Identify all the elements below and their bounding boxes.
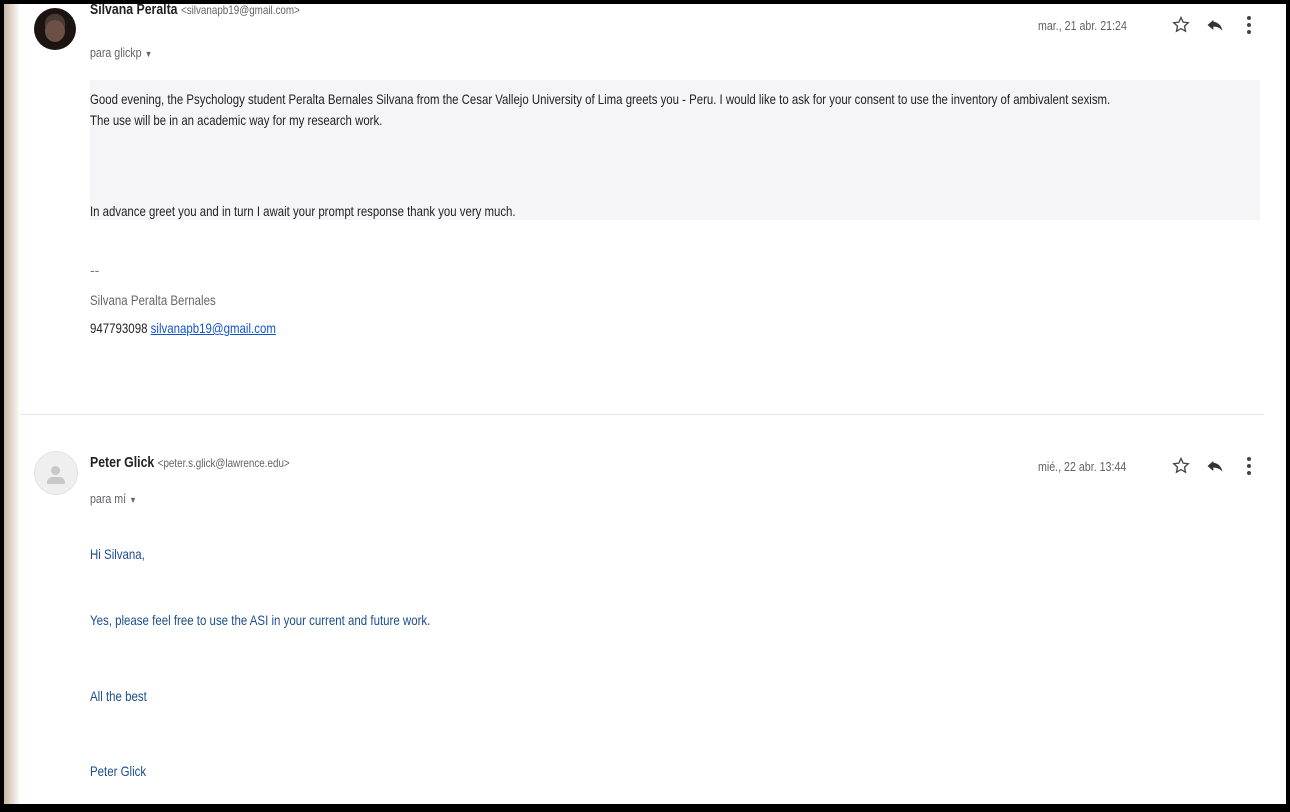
signature-phone: 947793098 (90, 320, 148, 336)
chevron-down-icon[interactable]: ▼ (129, 495, 136, 505)
chevron-down-icon[interactable]: ▼ (145, 49, 152, 59)
signature-dashes: -- (90, 262, 100, 278)
person-icon (51, 466, 60, 475)
sender-avatar-photo[interactable] (34, 8, 76, 50)
reply-icon[interactable] (1198, 453, 1232, 479)
reply-line: All the best (90, 688, 147, 704)
message-divider (20, 414, 1264, 415)
reply-line: Hi Silvana, (90, 546, 145, 562)
body-line: Good evening, the Psychology student Per… (90, 91, 1111, 107)
sender-name[interactable]: Silvana Peralta (90, 4, 178, 18)
message1-closing: In advance greet you and in turn I await… (90, 203, 516, 219)
message2-sender: Peter Glick <peter.s.glick@lawrence.edu> (90, 454, 334, 471)
more-vert-icon[interactable] (1232, 12, 1266, 38)
email-thread: Silvana Peralta <silvanapb19@gmail.com> … (4, 4, 1286, 804)
more-vert-icon[interactable] (1232, 453, 1266, 479)
sender-avatar-default[interactable] (34, 451, 78, 495)
left-edge-strip (4, 4, 20, 804)
recipient-label: para mí (90, 491, 127, 506)
reply-line: Yes, please feel free to use the ASI in … (90, 612, 431, 628)
star-icon[interactable] (1164, 453, 1198, 479)
star-icon[interactable] (1164, 12, 1198, 38)
signature-contact: 947793098 silvanapb19@gmail.com (90, 318, 317, 339)
sender-name[interactable]: Peter Glick (90, 454, 154, 471)
message1-sender: Silvana Peralta <silvanapb19@gmail.com> (90, 4, 346, 18)
message2-recipients[interactable]: para mí ▼ (90, 491, 147, 506)
message-date: mar., 21 abr. 21:24 (1037, 17, 1127, 33)
body-line: The use will be in an academic way for m… (90, 112, 383, 128)
message2-meta: mié., 22 abr. 13:44 (1038, 453, 1266, 479)
signature-name: Silvana Peralta Bernales (90, 292, 216, 308)
signature-email-link[interactable]: silvanapb19@gmail.com (151, 320, 276, 336)
message-date: mié., 22 abr. 13:44 (1038, 458, 1127, 474)
message1-meta: mar., 21 abr. 21:24 (1038, 12, 1266, 38)
message1-recipients[interactable]: para glickp ▼ (90, 45, 166, 60)
message1-body: Good evening, the Psychology student Per… (90, 89, 1265, 131)
reply-signature: Peter Glick (90, 763, 147, 779)
recipient-label: para glickp (90, 45, 142, 60)
sender-email: <silvanapb19@gmail.com> (180, 4, 300, 17)
sender-email: <peter.s.glick@lawrence.edu> (157, 456, 290, 470)
reply-icon[interactable] (1198, 12, 1232, 38)
